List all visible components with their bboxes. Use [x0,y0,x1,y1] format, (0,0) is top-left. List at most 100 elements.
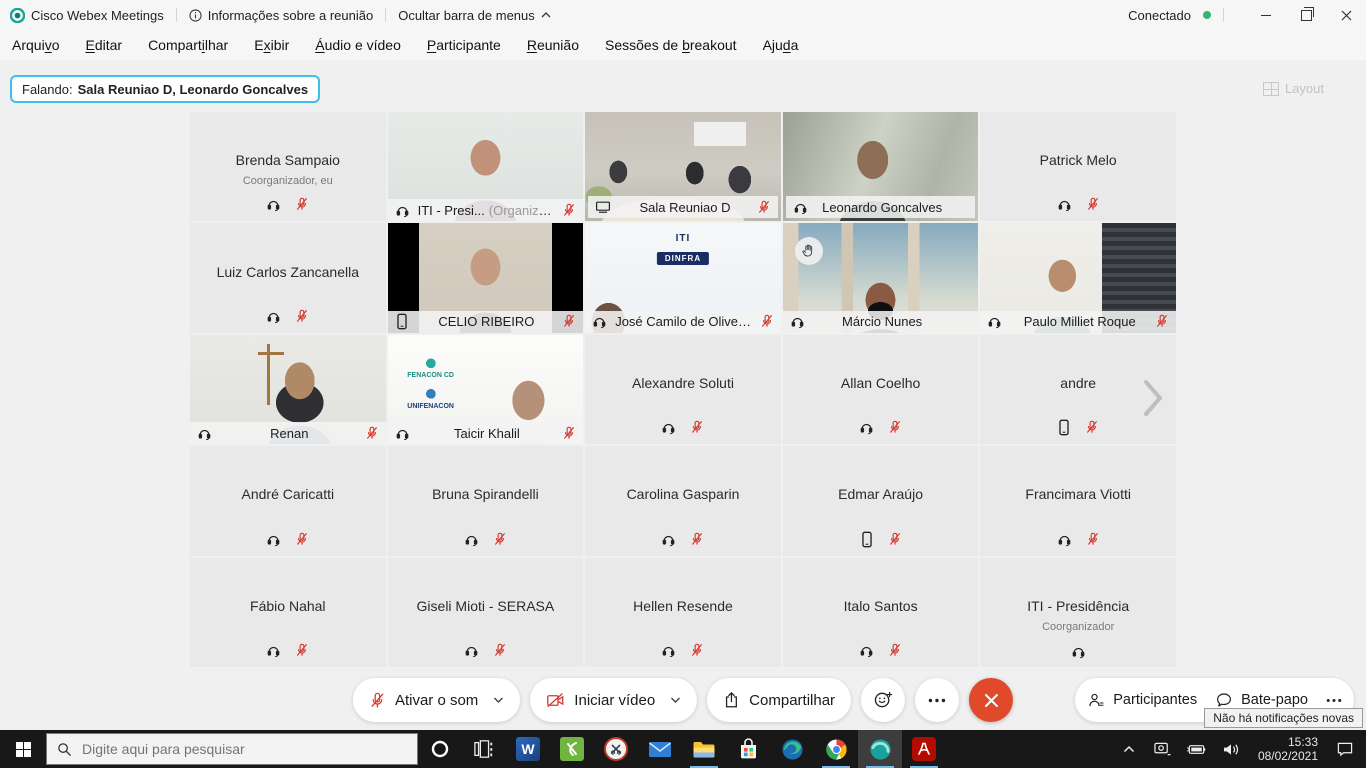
video-options-chevron-icon[interactable] [670,696,681,704]
unmute-button[interactable]: Ativar o som [353,678,520,722]
menu-exibir[interactable]: Exibir [254,37,289,53]
participant-tile[interactable]: Italo Santos [783,558,979,667]
mic-muted-icon [1086,531,1100,548]
share-label: Compartilhar [749,692,835,709]
unmute-options-chevron-icon[interactable] [493,696,504,704]
participant-name: Allan Coelho [783,375,979,391]
participant-tile[interactable]: ITI - PresidênciaCoorganizador [980,558,1176,667]
taskbar-app-snip[interactable] [594,730,638,768]
participant-name: CELIO RIBEIRO [415,314,559,329]
taskbar-app-edge[interactable] [770,730,814,768]
more-panels-button[interactable] [1326,698,1342,703]
participant-tile[interactable]: CELIO RIBEIRO [388,223,584,332]
participant-status-icons [980,644,1176,659]
next-page-chevron-icon[interactable] [1140,378,1166,423]
layout-button[interactable]: Layout [1257,80,1330,97]
participant-tile[interactable]: André Caricatti [190,446,386,555]
participant-name: Leonardo Goncalves [814,200,951,215]
start-button[interactable] [0,730,46,768]
menu-compartilhar[interactable]: Compartilhar [148,37,228,53]
headset-icon [266,197,281,212]
action-center-button[interactable] [1330,730,1360,768]
participant-tile[interactable]: Paulo Milliet Roque [980,223,1176,332]
taskbar-app-file-explorer[interactable] [682,730,726,768]
no-notifications-tooltip: Não há notificações novas [1204,708,1363,728]
taskbar-app-mail[interactable] [638,730,682,768]
start-video-button[interactable]: Iniciar vídeo [530,678,697,722]
battery-icon[interactable] [1182,730,1212,768]
headset-icon [793,200,808,215]
cortana-button[interactable] [418,730,462,768]
participant-tile[interactable]: Patrick Melo [980,112,1176,221]
restore-icon [1301,10,1312,21]
search-input[interactable] [80,740,364,758]
participant-name: Giseli Mioti - SERASA [388,598,584,614]
mobile-device-icon [1057,419,1071,436]
taskbar-search[interactable] [46,733,418,765]
participant-tile[interactable]: Renan [190,335,386,444]
participant-tile[interactable]: Brenda SampaioCoorganizador, eu [190,112,386,221]
headset-icon [266,309,281,324]
participant-name: Márcio Nunes [811,314,954,329]
menu-reuni-o[interactable]: Reunião [527,37,579,53]
participant-tile[interactable]: Alexandre Soluti [585,335,781,444]
participant-tile[interactable]: Márcio Nunes [783,223,979,332]
chat-icon [1215,691,1233,709]
volume-icon[interactable] [1216,730,1246,768]
hide-menu-button[interactable]: Ocultar barra de menus [398,8,551,23]
chevron-up-icon [541,11,551,19]
taskbar-app-coreldraw[interactable] [550,730,594,768]
participant-tile[interactable]: Hellen Resende [585,558,781,667]
participant-tile[interactable]: ITIDINFRAJosé Camilo de Oliveira ... [585,223,781,332]
mic-muted-icon [295,308,309,325]
participant-tile[interactable]: Leonardo Goncalves [783,112,979,221]
participant-tile[interactable]: Allan Coelho [783,335,979,444]
minimize-button[interactable] [1246,0,1286,30]
mic-muted-icon [1155,313,1169,330]
chat-label: Bate-papo [1241,692,1308,708]
leave-meeting-button[interactable] [969,678,1013,722]
more-options-button[interactable] [915,678,959,722]
taskbar-app-word[interactable]: W [506,730,550,768]
info-icon [189,9,202,22]
menu-ajuda[interactable]: Ajuda [763,37,799,53]
participant-tile[interactable]: ITI - Presi...(Organizador) [388,112,584,221]
participant-tile[interactable]: FENACON CDUNIFENACONTaicir Khalil [388,335,584,444]
menu-arquivo[interactable]: Arquivo [12,37,59,53]
participant-grid: Brenda SampaioCoorganizador, euITI - Pre… [190,112,1176,667]
menu-sess-es-de-breakout[interactable]: Sessões de breakout [605,37,737,53]
menu-editar[interactable]: Editar [85,37,122,53]
participant-tile[interactable]: Edmar Araújo [783,446,979,555]
taskbar-app-task-view[interactable] [462,730,506,768]
cast-screen-icon[interactable] [1148,730,1178,768]
participant-tile[interactable]: Bruna Spirandelli [388,446,584,555]
participant-tile[interactable]: Fábio Nahal [190,558,386,667]
taskbar-app-acrobat[interactable] [902,730,946,768]
participants-button[interactable]: Participantes [1087,691,1197,709]
share-button[interactable]: Compartilhar [707,678,851,722]
chat-button[interactable]: Bate-papo [1215,691,1308,709]
participant-tile[interactable]: Luiz Carlos Zancanella [190,223,386,332]
participant-tile[interactable]: Carolina Gasparin [585,446,781,555]
mic-muted-icon [757,199,771,216]
participant-tile[interactable]: Giseli Mioti - SERASA [388,558,584,667]
reactions-button[interactable] [861,678,905,722]
participant-tile[interactable]: Sala Reuniao D [585,112,781,221]
taskbar-clock[interactable]: 15:33 08/02/2021 [1250,735,1326,763]
tray-chevron-up-icon[interactable] [1114,730,1144,768]
participant-name: Bruna Spirandelli [388,486,584,502]
hand-raised-badge [795,237,823,265]
participant-tile[interactable]: Francimara Viotti [980,446,1176,555]
taskbar-app-webex[interactable] [858,730,902,768]
menu--udio-e-v-deo[interactable]: Áudio e vídeo [315,37,401,53]
menu-participante[interactable]: Participante [427,37,501,53]
restore-button[interactable] [1286,0,1326,30]
word-icon: W [516,737,540,761]
participant-label-bar: Sala Reuniao D [588,196,778,218]
mic-muted-icon [690,642,704,659]
close-icon [1341,10,1352,21]
taskbar-app-store[interactable] [726,730,770,768]
taskbar-app-chrome[interactable] [814,730,858,768]
close-button[interactable] [1326,0,1366,30]
meeting-info-button[interactable]: Informações sobre a reunião [189,8,373,23]
